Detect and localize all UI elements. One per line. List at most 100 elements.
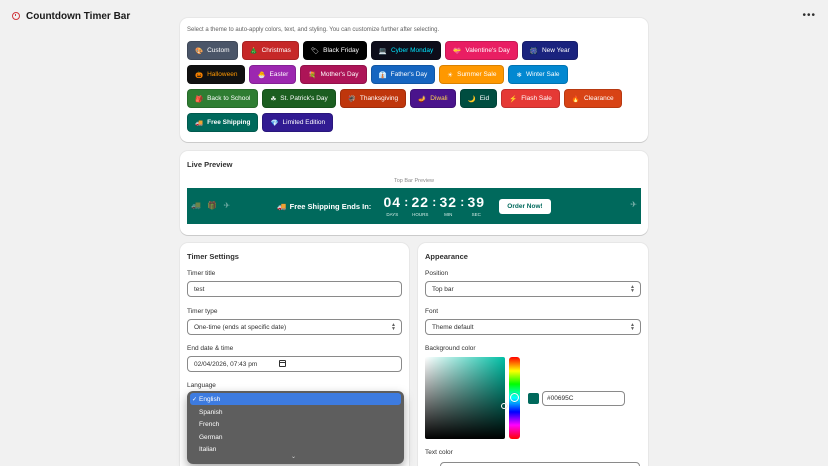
timer-title-value: test — [194, 285, 205, 293]
end-datetime-input[interactable]: 02/04/2026, 07:43 pm — [187, 356, 402, 372]
theme-icon: 🎄 — [249, 47, 258, 55]
calendar-icon[interactable] — [279, 360, 286, 367]
timer-title-label: Timer title — [187, 270, 216, 277]
theme-button-thanksgiving[interactable]: 🦃 Thanksgiving — [339, 89, 407, 108]
theme-button-st-patrick-s-day[interactable]: ☘ St. Patrick's Day — [262, 89, 336, 108]
themes-card: Select a theme to auto-apply colors, tex… — [180, 18, 648, 142]
theme-button-diwali[interactable]: 🪔 Diwali — [410, 89, 456, 108]
live-preview-card: Live Preview Top Bar Preview 🚚 🎁 ✈ 🚚 Fre… — [180, 151, 648, 235]
timer-type-select[interactable]: One-time (ends at specific date) ▲ ▼ — [187, 319, 402, 335]
text-color-input[interactable] — [440, 462, 640, 466]
timer-settings-title: Timer Settings — [187, 252, 239, 261]
theme-button-label: Back to School — [207, 95, 251, 102]
theme-button-flash-sale[interactable]: ⚡ Flash Sale — [501, 89, 560, 108]
bar-message-text: Free Shipping Ends In: — [289, 201, 372, 211]
language-dropdown[interactable]: ✓ English Spanish French German Italian … — [187, 391, 404, 464]
theme-button-black-friday[interactable]: 🏷 Black Friday — [302, 41, 367, 60]
theme-button-label: Summer Sale — [457, 71, 497, 78]
theme-icon: 👔 — [378, 71, 387, 79]
position-select[interactable]: Top bar ▲ ▼ — [425, 281, 641, 297]
countdown-days-value: 04 — [383, 194, 402, 210]
appearance-title: Appearance — [425, 252, 468, 261]
theme-button-clearance[interactable]: 🔥 Clearance — [563, 89, 622, 108]
theme-button-free-shipping[interactable]: 🚚 Free Shipping — [187, 113, 259, 132]
language-option-label: Spanish — [199, 408, 223, 416]
countdown-minutes-value: 32 — [439, 194, 458, 210]
language-option-french[interactable]: French — [190, 418, 401, 430]
countdown-minutes-label: MIN — [444, 212, 453, 217]
theme-button-new-year[interactable]: 🎆 New Year — [521, 41, 578, 60]
theme-icon: 🔥 — [571, 95, 581, 103]
appearance-card: Appearance Position Top bar ▲ ▼ Font Them… — [418, 243, 648, 466]
countdown-minutes: 32 MIN — [437, 195, 459, 217]
theme-button-label: Flash Sale — [521, 95, 552, 102]
theme-icon: 💻 — [378, 47, 387, 55]
end-datetime-value: 02/04/2026, 07:43 pm — [194, 360, 258, 368]
theme-icon: 🪔 — [418, 95, 427, 103]
language-option-english[interactable]: ✓ English — [190, 393, 401, 405]
theme-button-label: Diwali — [430, 95, 448, 102]
background-hex-input[interactable]: #00695C — [542, 391, 625, 406]
language-option-label: Italian — [199, 445, 217, 453]
theme-button-halloween[interactable]: 🎃 Halloween — [187, 65, 246, 84]
language-option-label: French — [199, 420, 220, 428]
theme-button-label: Black Friday — [323, 47, 359, 54]
countdown-seconds-label: SEC — [471, 212, 481, 217]
hue-handle[interactable] — [510, 393, 519, 402]
theme-icon: 🎃 — [195, 71, 204, 79]
countdown-hours-label: HOURS — [412, 212, 429, 217]
theme-button-mother-s-day[interactable]: 💐 Mother's Day — [300, 65, 367, 84]
truck-icon: 🚚 — [277, 201, 287, 211]
countdown-days: 04 DAYS — [381, 195, 403, 217]
theme-button-christmas[interactable]: 🎄 Christmas — [241, 41, 299, 60]
theme-icon: 🚚 — [195, 119, 204, 127]
theme-button-valentine-s-day[interactable]: 💝 Valentine's Day — [445, 41, 518, 60]
theme-button-label: Custom — [207, 47, 230, 54]
bar-message: 🚚 Free Shipping Ends In: — [277, 202, 371, 211]
countdown-bar-preview: 🚚 🎁 ✈ 🚚 Free Shipping Ends In: 04 DAYS :… — [187, 188, 641, 224]
theme-button-easter[interactable]: 🐣 Easter — [249, 65, 297, 84]
theme-button-cyber-monday[interactable]: 💻 Cyber Monday — [370, 41, 442, 60]
font-select[interactable]: Theme default ▲ ▼ — [425, 319, 641, 335]
theme-icon: 🏷 — [310, 47, 320, 55]
select-chevron-icon: ▲ ▼ — [630, 284, 635, 294]
theme-icon: 🎆 — [529, 47, 538, 55]
theme-button-custom[interactable]: 🎨 Custom — [187, 41, 238, 60]
top-bar-preview-label: Top Bar Preview — [393, 178, 435, 184]
timer-title-input[interactable]: test — [187, 281, 402, 297]
theme-button-winter-sale[interactable]: ❄ Winter Sale — [508, 65, 568, 84]
theme-button-eid[interactable]: 🌙 Eid — [459, 89, 498, 108]
more-actions-icon[interactable]: ••• — [802, 10, 816, 21]
theme-button-father-s-day[interactable]: 👔 Father's Day — [370, 65, 436, 84]
theme-icon: ⚡ — [509, 95, 518, 103]
language-label: Language — [187, 382, 216, 389]
theme-grid: 🎨 Custom 🎄 Christmas 🏷 Black Friday 💻 Cyber Mon… — [187, 41, 637, 132]
countdown-separator: : — [404, 195, 409, 209]
language-option-spanish[interactable]: Spanish — [190, 406, 401, 418]
saturation-handle[interactable] — [501, 403, 507, 409]
theme-icon: ☀ — [447, 71, 454, 79]
order-now-button[interactable]: Order Now! — [499, 198, 551, 214]
theme-button-label: Cyber Monday — [390, 47, 434, 54]
theme-button-label: Halloween — [207, 71, 238, 78]
saturation-picker[interactable] — [425, 357, 505, 439]
theme-icon: ☘ — [270, 95, 277, 103]
theme-icon: 💐 — [308, 71, 317, 79]
countdown-seconds-value: 39 — [467, 194, 486, 210]
scroll-down-chevron-icon[interactable]: ⌄ — [291, 453, 296, 460]
end-datetime-label: End date & time — [187, 345, 234, 352]
theme-icon: ❄ — [516, 71, 522, 79]
timer-type-value: One-time (ends at specific date) — [194, 323, 287, 331]
countdown-separator: : — [460, 195, 465, 209]
language-option-label: German — [199, 433, 223, 441]
theme-button-back-to-school[interactable]: 🎒 Back to School — [187, 89, 259, 108]
font-value: Theme default — [432, 323, 474, 331]
position-value: Top bar — [432, 285, 454, 293]
theme-button-limited-edition[interactable]: 💎 Limited Edition — [262, 113, 334, 132]
theme-button-summer-sale[interactable]: ☀ Summer Sale — [439, 65, 505, 84]
language-option-german[interactable]: German — [190, 431, 401, 443]
themes-hint: Select a theme to auto-apply colors, tex… — [187, 27, 440, 33]
theme-button-label: Winter Sale — [525, 71, 560, 78]
theme-icon: 🎨 — [195, 47, 204, 55]
countdown-days-label: DAYS — [386, 212, 399, 217]
